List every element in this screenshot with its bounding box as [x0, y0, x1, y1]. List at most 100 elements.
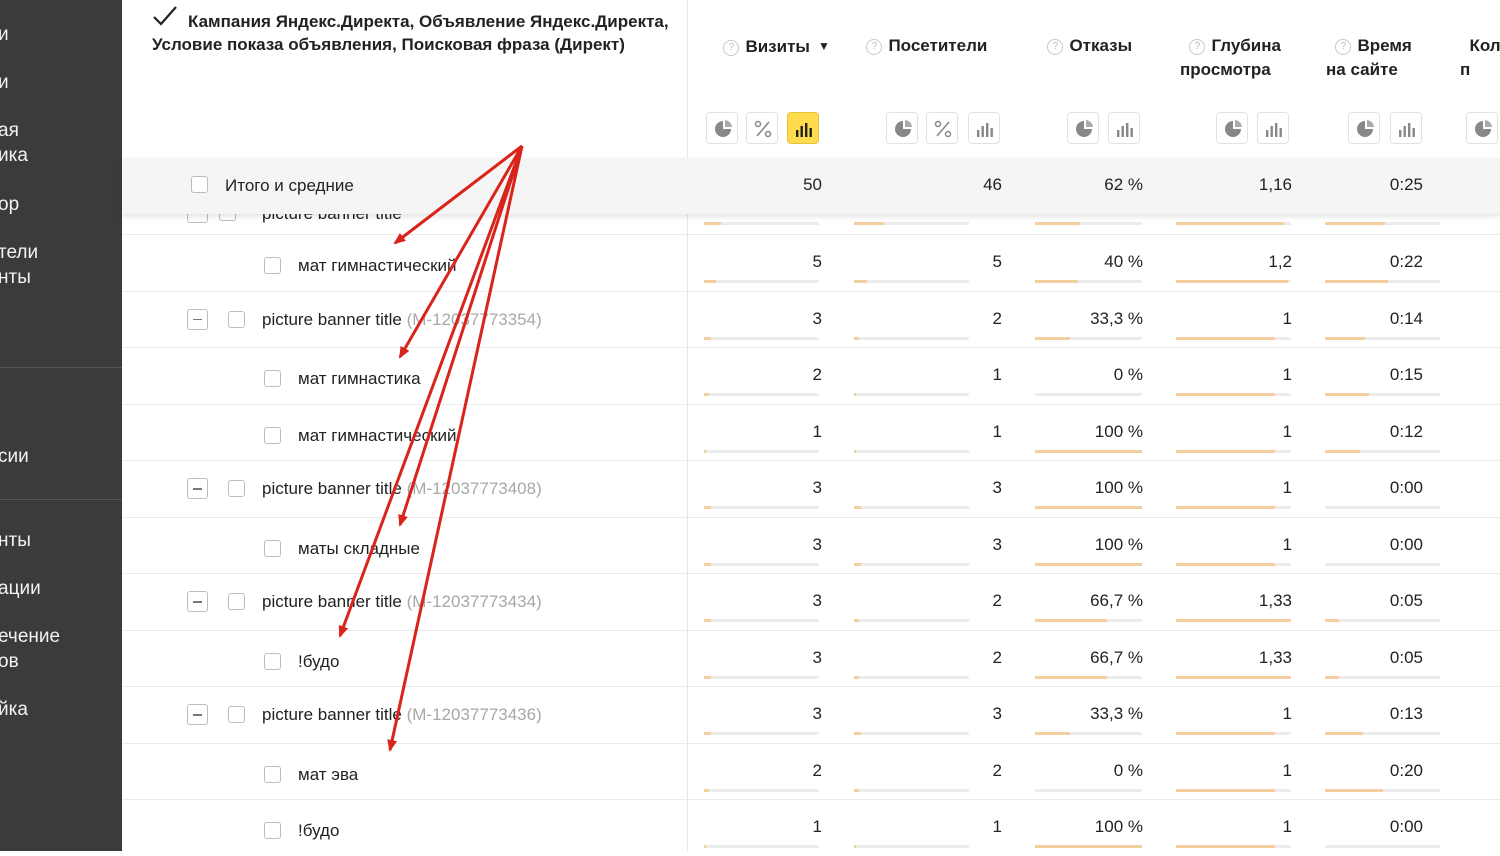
row-checkbox[interactable]	[264, 539, 281, 557]
row-label: picture banner title (M-12037773436)	[262, 705, 542, 724]
bounce-bar	[1035, 732, 1142, 735]
header-bounce[interactable]: ? Отказы	[1038, 10, 1132, 58]
row-label: !будо	[298, 651, 340, 671]
cell-visitors: 1	[992, 817, 1002, 836]
row-checkbox[interactable]	[228, 593, 245, 610]
sidebar-item-4[interactable]: тели нты	[0, 240, 38, 290]
dimension-header[interactable]: Кампания Яндекс.Директа, Объявление Янде…	[152, 10, 672, 56]
row-checkbox[interactable]	[228, 706, 245, 723]
bar-fill	[1035, 562, 1142, 566]
table-row[interactable]: мат эва 2 2 0 % 1 0:20	[122, 742, 1500, 800]
bar-fill	[1325, 788, 1383, 792]
header-visits[interactable]: ? Визиты ▼	[714, 10, 830, 59]
cell-time: 0:00	[1389, 817, 1423, 836]
row-checkbox[interactable]	[264, 370, 281, 387]
sidebar-item-5[interactable]: сии	[0, 444, 29, 469]
bar-fill	[1035, 449, 1142, 453]
row-checkbox[interactable]	[264, 822, 281, 839]
bar-fill	[704, 336, 711, 340]
help-icon[interactable]: ?	[1335, 39, 1352, 55]
visits-bar	[704, 280, 819, 283]
pie-view-button[interactable]	[1466, 112, 1498, 144]
table-row[interactable]: picture banner title (M-12037773408) 3 3 10…	[122, 460, 1500, 517]
sidebar-item-7[interactable]: ации	[0, 576, 41, 601]
time-bar	[1325, 562, 1440, 566]
depth-bar	[1176, 449, 1291, 453]
sidebar-item-0[interactable]: и	[0, 22, 9, 47]
pie-view-button[interactable]	[706, 112, 738, 144]
table-row[interactable]: picture banner title (M-12037773434) 3 2 66…	[122, 573, 1500, 630]
cell-depth: 1	[1282, 308, 1292, 328]
bar-view-button[interactable]	[1257, 112, 1289, 144]
cell-time: 0:14	[1389, 308, 1423, 328]
row-label: picture banner title	[262, 214, 402, 224]
totals-checkbox[interactable]	[191, 176, 208, 193]
bar-fill	[704, 619, 711, 622]
pie-view-button[interactable]	[1067, 112, 1099, 144]
collapse-button[interactable]	[187, 308, 208, 330]
bar-view-button[interactable]	[1108, 112, 1140, 144]
collapse-button[interactable]	[187, 704, 208, 725]
header-visitors[interactable]: ? Посетители	[857, 10, 987, 58]
time-bar	[1325, 222, 1440, 225]
visitors-bar	[854, 393, 969, 396]
ad-id: (M-12037773436)	[406, 705, 542, 724]
sidebar-item-3[interactable]: ор	[0, 192, 19, 217]
bar-fill	[704, 675, 711, 679]
table-row[interactable]: маты складные 3 3 100 % 1 0:00	[122, 516, 1500, 574]
totals-visits: 50	[803, 175, 822, 194]
table-row[interactable]: мат гимнастический 1 1 100 % 1 0:12	[122, 403, 1500, 461]
table-row[interactable]: !будо 1 1 100 % 1 0:00	[122, 799, 1500, 856]
cell-visitors: 2	[992, 760, 1002, 780]
row-checkbox[interactable]	[264, 257, 281, 274]
pct-view-button[interactable]	[926, 112, 958, 144]
header-extra[interactable]: Коли п	[1460, 10, 1500, 82]
cell-visits: 3	[812, 647, 822, 667]
row-checkbox[interactable]	[228, 310, 245, 328]
table-row[interactable]: мат гимнастика 2 1 0 % 1 0:15	[122, 347, 1500, 404]
table-row[interactable]: picture banner title (M-12037773436) 3 3 33…	[122, 686, 1500, 743]
time-bar	[1325, 449, 1440, 453]
help-icon[interactable]: ?	[723, 40, 740, 56]
pie-view-button[interactable]	[1348, 112, 1380, 144]
cell-visits: 2	[812, 760, 822, 780]
pie-view-button[interactable]	[886, 112, 918, 144]
visitors-bar	[854, 506, 969, 509]
cell-bounce: 40 %	[1104, 252, 1143, 271]
bar-view-button[interactable]	[1390, 112, 1422, 144]
cell-visitors: 5	[992, 252, 1002, 271]
depth-bar	[1176, 506, 1291, 509]
row-checkbox[interactable]	[228, 480, 245, 497]
header-depth[interactable]: ? Глубина просмотра	[1180, 10, 1281, 82]
header-time[interactable]: ? Время на сайте	[1326, 10, 1412, 82]
table-row[interactable]: !будо 3 2 66,7 % 1,33 0:05	[122, 629, 1500, 687]
table-row[interactable]: picture banner title (M-12037773354) 3 2 33…	[122, 290, 1500, 348]
cell-time: 0:12	[1389, 421, 1423, 441]
bar-view-button[interactable]	[968, 112, 1000, 144]
pct-view-button[interactable]	[746, 112, 778, 144]
cell-depth: 1,2	[1268, 252, 1292, 271]
table-row[interactable]: мат гимнастический 5 5 40 % 1,2 0:22	[122, 234, 1500, 291]
time-bar	[1325, 280, 1440, 283]
row-label: мат гимнастический	[298, 425, 457, 445]
row-checkbox[interactable]	[264, 426, 281, 444]
bar-fill	[1176, 393, 1275, 396]
row-checkbox[interactable]	[264, 765, 281, 783]
pie-view-button[interactable]	[1216, 112, 1248, 144]
help-icon[interactable]: ?	[1047, 39, 1064, 55]
sidebar-item-8[interactable]: ечение ов	[0, 624, 60, 674]
sidebar-item-1[interactable]: и	[0, 70, 9, 95]
bar-fill	[854, 393, 856, 396]
row-checkbox[interactable]	[264, 652, 281, 670]
sidebar-item-2[interactable]: ая ика	[0, 118, 28, 168]
bar-view-button[interactable]	[787, 112, 819, 144]
collapse-button[interactable]	[187, 214, 208, 223]
help-icon[interactable]: ?	[1189, 39, 1206, 55]
sidebar-item-6[interactable]: нты	[0, 528, 31, 553]
collapse-button[interactable]	[187, 591, 208, 612]
row-checkbox[interactable]	[219, 214, 236, 221]
help-icon[interactable]: ?	[866, 39, 883, 55]
collapse-button[interactable]	[187, 478, 208, 499]
bar-fill	[1176, 845, 1275, 848]
sidebar-item-9[interactable]: йка	[0, 697, 28, 722]
